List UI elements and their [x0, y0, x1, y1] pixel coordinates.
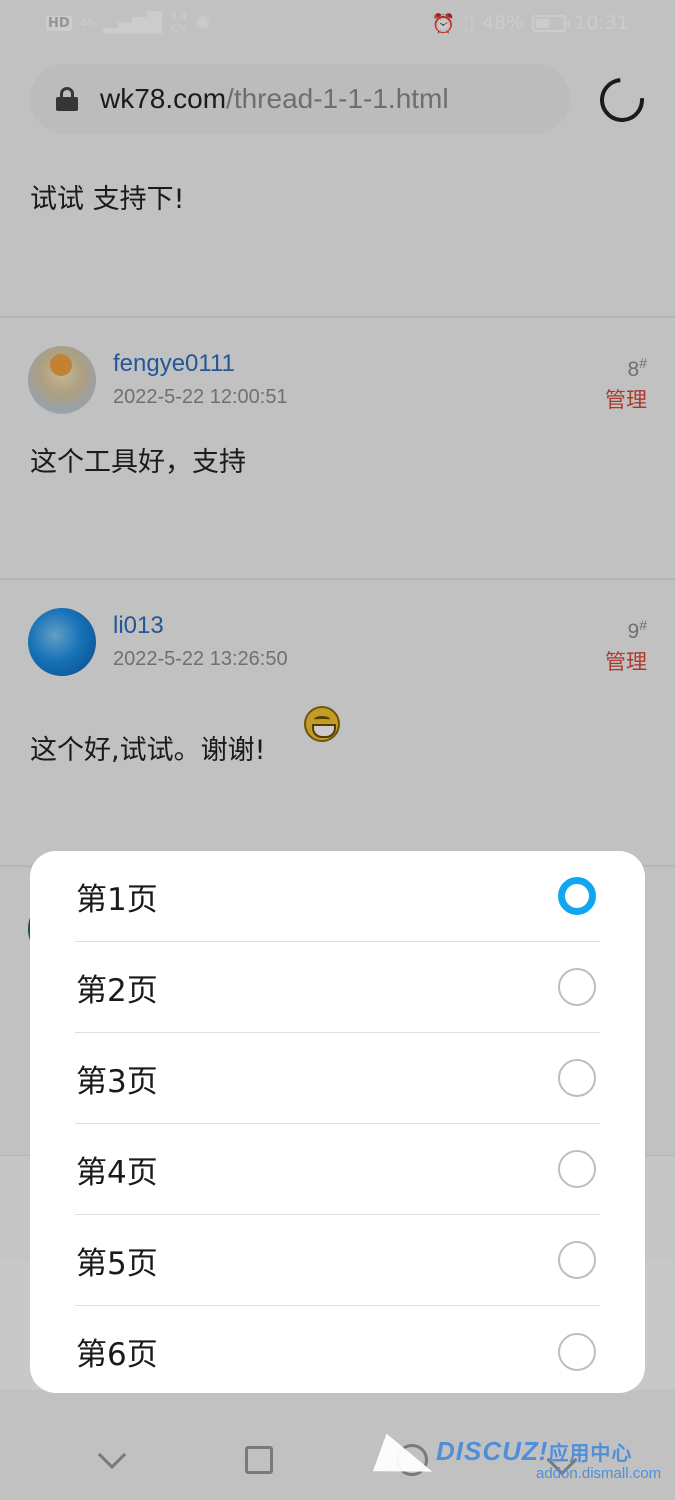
watermark-brand: DISCUZ!应用中心: [436, 1436, 632, 1467]
page-option-label: 第2页: [76, 972, 158, 1009]
page-picker-dialog: 第1页 第2页 第3页 第4页 第5页 第6页: [30, 851, 645, 1393]
radio-unchecked-icon[interactable]: [558, 968, 596, 1006]
page-option-2[interactable]: 第2页: [75, 942, 600, 1033]
page-option-label: 第3页: [76, 1063, 158, 1100]
radio-checked-icon[interactable]: [558, 877, 596, 915]
page-option-1[interactable]: 第1页: [75, 851, 600, 942]
page-option-5[interactable]: 第5页: [75, 1215, 600, 1306]
page-option-label: 第6页: [76, 1337, 158, 1373]
radio-unchecked-icon[interactable]: [558, 1150, 596, 1188]
page-option-label: 第4页: [76, 1154, 158, 1191]
radio-unchecked-icon[interactable]: [558, 1332, 596, 1371]
radio-unchecked-icon[interactable]: [558, 1241, 596, 1279]
watermark-brand-cn: 应用中心: [548, 1443, 633, 1465]
page-option-3[interactable]: 第3页: [75, 1033, 600, 1124]
page-option-4[interactable]: 第4页: [75, 1124, 600, 1215]
watermark-brand-en: DISCUZ!: [436, 1436, 549, 1466]
watermark-site: addon.dismall.com: [536, 1465, 662, 1482]
radio-unchecked-icon[interactable]: [558, 1059, 596, 1097]
paper-plane-icon: [372, 1433, 440, 1491]
page-option-label: 第1页: [76, 881, 158, 918]
page-option-6[interactable]: 第6页: [75, 1306, 600, 1393]
discuz-watermark: DISCUZ!应用中心 addon.dismall.com: [372, 1433, 668, 1496]
page-option-label: 第5页: [76, 1245, 158, 1282]
